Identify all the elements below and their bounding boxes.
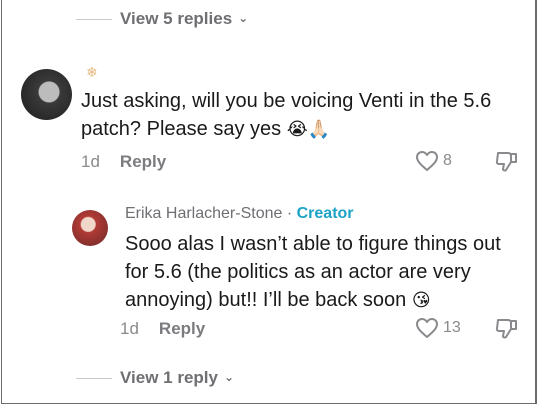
divider-line — [76, 377, 112, 379]
view-replies-label: View 1 reply — [120, 368, 218, 387]
creator-avatar[interactable] — [72, 210, 108, 246]
chevron-down-icon: ⌄ — [223, 370, 235, 384]
reply-author-line: Erika Harlacher-Stone · Creator — [125, 205, 354, 223]
timestamp: 1d — [120, 319, 139, 338]
heart-icon — [416, 151, 438, 171]
thumbs-down-icon — [495, 152, 517, 172]
dislike-button[interactable] — [494, 316, 520, 345]
heart-icon — [416, 318, 438, 338]
comment-meta: 1d Reply — [81, 152, 166, 172]
dislike-button[interactable] — [494, 149, 520, 178]
like-button[interactable]: 8 — [415, 150, 452, 172]
timestamp: 1d — [81, 152, 100, 171]
view-replies-label: View 5 replies — [120, 9, 233, 28]
emoji: 😘 — [411, 290, 431, 311]
divider-line — [76, 18, 112, 20]
reply-button[interactable]: Reply — [120, 152, 166, 172]
view-replies-toggle[interactable]: View 5 replies ⌄ — [76, 9, 248, 29]
view-replies-toggle[interactable]: View 1 reply ⌄ — [76, 368, 234, 388]
like-button[interactable]: 13 — [415, 317, 461, 339]
comment-text: Just asking, will you be voicing Venti i… — [81, 87, 511, 144]
chevron-down-icon: ⌄ — [238, 11, 249, 25]
reply-meta: 1d Reply — [120, 319, 205, 339]
emoji: 😭🙏🏻 — [286, 119, 331, 140]
creator-badge: Creator — [296, 205, 354, 222]
author-name[interactable]: Erika Harlacher-Stone — [125, 205, 282, 222]
avatar[interactable] — [21, 69, 72, 120]
thumbs-down-icon — [495, 319, 517, 339]
separator: · — [282, 205, 297, 222]
reply-button[interactable]: Reply — [159, 319, 205, 339]
reply-text: Sooo alas I wasn’t able to figure things… — [125, 230, 515, 315]
reply-body: Sooo alas I wasn’t able to figure things… — [125, 233, 501, 311]
like-count: 8 — [443, 152, 452, 169]
maple-leaf-icon: ❄ — [86, 64, 98, 80]
like-count: 13 — [443, 319, 461, 336]
comment-thread-panel — [1, 0, 537, 404]
